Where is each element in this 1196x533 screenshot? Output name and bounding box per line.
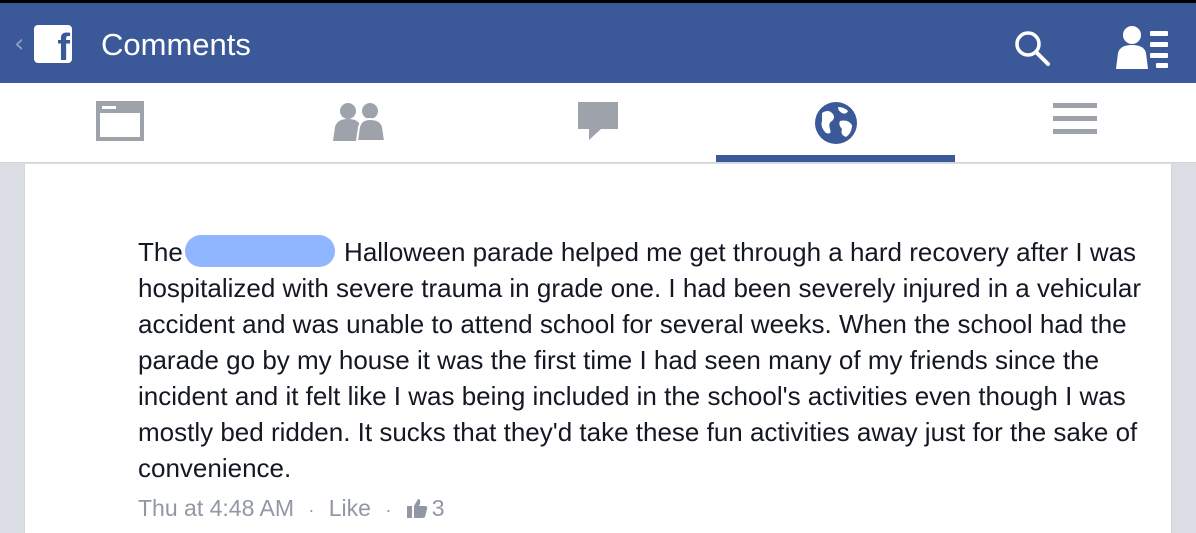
- messages-icon: [578, 102, 618, 140]
- comment-text-start: The: [138, 237, 183, 267]
- facebook-logo-icon[interactable]: f: [34, 25, 72, 63]
- like-count[interactable]: 3: [432, 495, 445, 521]
- menu-icon: [1053, 103, 1097, 134]
- search-icon[interactable]: [1012, 28, 1052, 68]
- news-feed-icon: [96, 101, 144, 141]
- comment-body: The Halloween parade helped me get throu…: [138, 234, 1158, 486]
- tab-notifications[interactable]: [716, 83, 955, 163]
- tab-bar: [0, 83, 1196, 163]
- comment-meta: Thu at 4:48 AM · Like · 3: [138, 494, 445, 524]
- meta-separator: ·: [385, 500, 392, 520]
- comment-timestamp[interactable]: Thu at 4:48 AM: [138, 495, 294, 521]
- chevron-left-icon[interactable]: ‹: [14, 31, 24, 57]
- active-tab-indicator: [716, 155, 955, 162]
- tab-friends[interactable]: [239, 83, 478, 163]
- top-bar: ‹ f Comments: [0, 0, 1196, 83]
- page-title: Comments: [101, 27, 251, 62]
- tab-messages[interactable]: [478, 83, 717, 163]
- comment-card: The Halloween parade helped me get throu…: [24, 164, 1172, 533]
- friends-icon: [333, 103, 387, 141]
- like-button[interactable]: Like: [329, 495, 371, 521]
- redaction-mark: [184, 235, 335, 267]
- thumbs-up-icon: [406, 499, 428, 518]
- tab-menu[interactable]: [955, 83, 1194, 163]
- tab-news-feed[interactable]: [0, 83, 239, 163]
- meta-separator: ·: [308, 500, 315, 520]
- notifications-globe-icon: [815, 102, 857, 144]
- comment-text-rest: Halloween parade helped me get through a…: [138, 237, 1142, 483]
- comments-screen: ‹ f Comments The Halloween parade helped…: [0, 0, 1196, 533]
- friend-requests-icon[interactable]: [1112, 25, 1172, 69]
